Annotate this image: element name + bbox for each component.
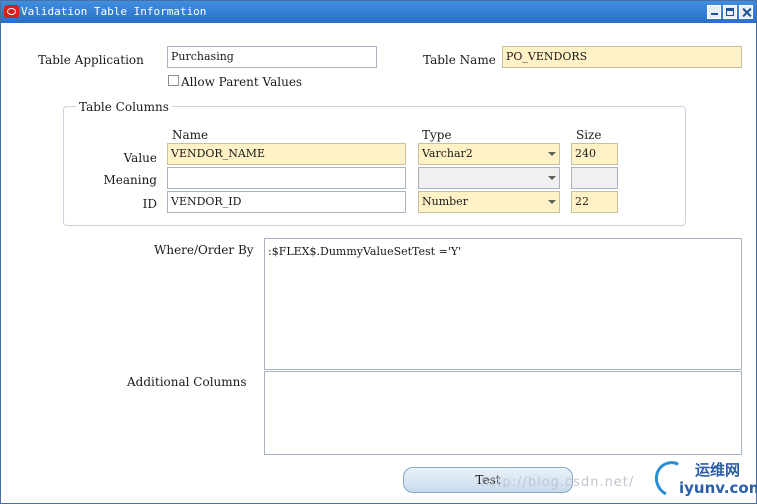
window-title: Validation Table Information [21, 5, 207, 18]
additional-columns-textarea[interactable] [264, 371, 742, 455]
chevron-down-icon[interactable] [544, 144, 559, 164]
allow-parent-values-checkbox[interactable] [168, 75, 179, 86]
logo-cn-text: 运维网 [695, 461, 741, 479]
id-type-selected: Number [422, 195, 468, 208]
logo-en-text: iyunv.com [679, 479, 757, 497]
where-order-by-textarea[interactable]: :$FLEX$.DummyValueSetTest ='Y' [264, 238, 742, 370]
value-name-input[interactable]: VENDOR_NAME [167, 143, 406, 165]
table-name-input[interactable]: PO_VENDORS [502, 46, 742, 68]
chevron-down-icon[interactable] [544, 192, 559, 212]
allow-parent-values-label: Allow Parent Values [181, 75, 303, 89]
meaning-name-input[interactable] [167, 167, 406, 189]
id-type-select[interactable]: Number [418, 191, 560, 213]
chevron-down-icon[interactable] [544, 168, 559, 188]
table-application-label: Table Application [38, 53, 144, 67]
value-type-selected: Varchar2 [422, 147, 473, 160]
table-name-label: Table Name [423, 53, 496, 67]
table-application-input[interactable]: Purchasing [167, 46, 377, 68]
row-label-id: ID [142, 197, 157, 211]
minimize-icon[interactable] [707, 5, 721, 19]
where-order-by-label: Where/Order By [154, 243, 254, 257]
table-columns-title: Table Columns [76, 100, 172, 114]
additional-columns-label: Additional Columns [127, 375, 247, 389]
validation-table-window: Validation Table Information Table Appli… [0, 0, 757, 504]
meaning-size-input[interactable] [571, 167, 618, 189]
maximize-icon[interactable] [723, 5, 737, 19]
value-type-select[interactable]: Varchar2 [418, 143, 560, 165]
watermark-url: http://blog.csdn.net/ [481, 475, 635, 490]
column-header-type: Type [422, 128, 452, 142]
id-size-input[interactable]: 22 [571, 191, 618, 213]
id-name-input[interactable]: VENDOR_ID [167, 191, 406, 213]
meaning-type-select[interactable] [418, 167, 560, 189]
column-header-size: Size [576, 128, 602, 142]
row-label-value: Value [123, 151, 157, 165]
value-size-input[interactable]: 240 [571, 143, 618, 165]
close-icon[interactable] [739, 5, 753, 19]
column-header-name: Name [172, 128, 209, 142]
oracle-app-icon [4, 5, 19, 18]
title-bar[interactable]: Validation Table Information [1, 1, 756, 23]
site-logo: 运维网 iyunv.com [649, 456, 757, 502]
row-label-meaning: Meaning [103, 173, 157, 187]
